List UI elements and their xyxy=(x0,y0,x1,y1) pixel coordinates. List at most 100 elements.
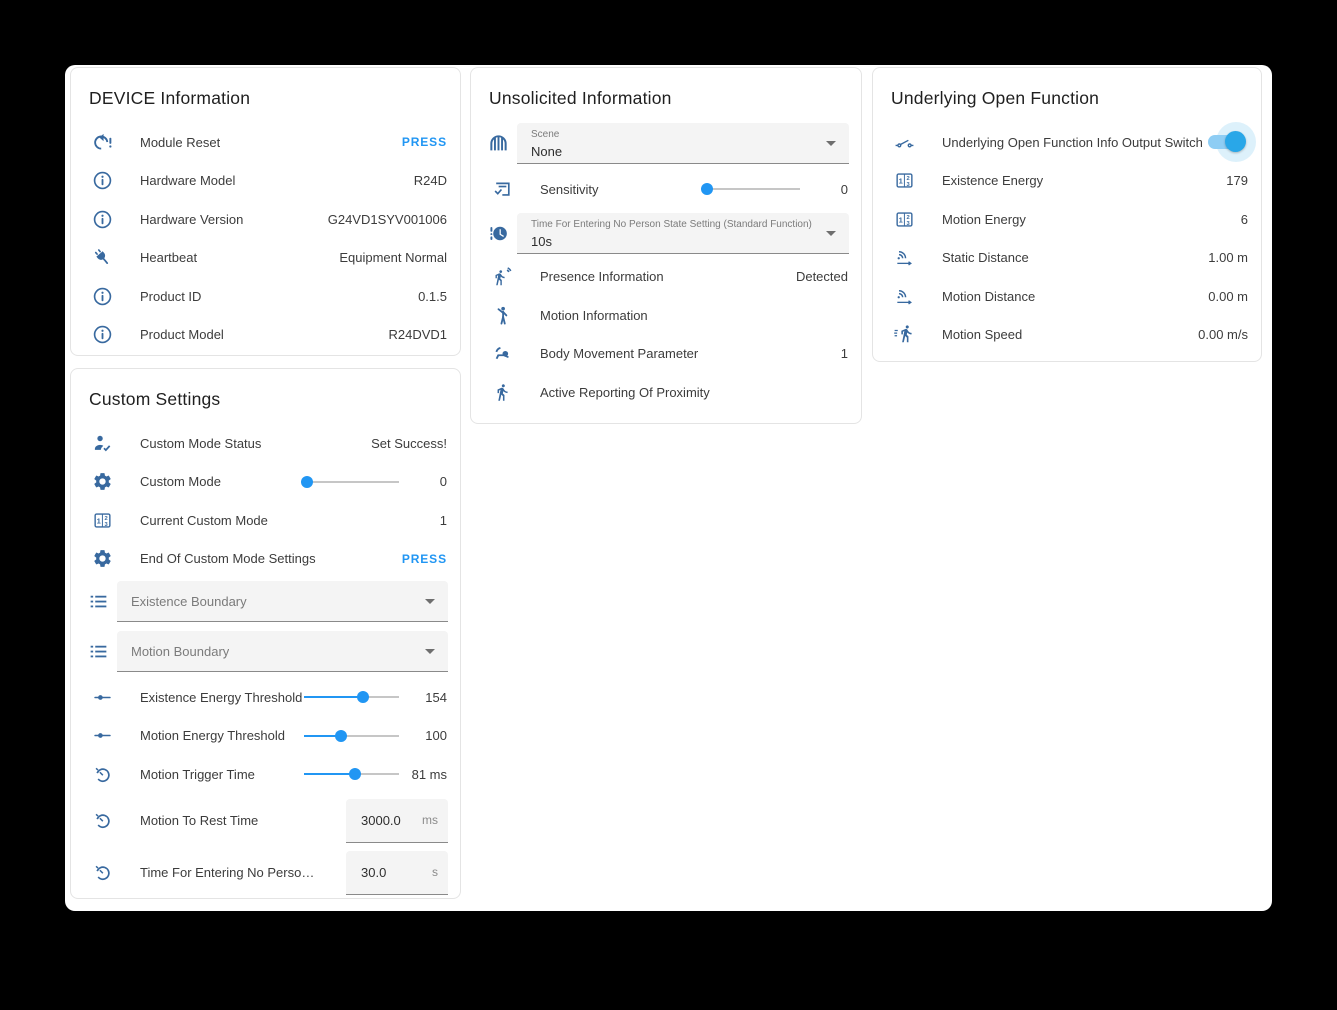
numeric-icon xyxy=(92,510,113,531)
slider-track xyxy=(705,188,800,190)
ballot-check-icon xyxy=(492,179,513,200)
body-movement-row: Body Movement Parameter 1 xyxy=(471,335,861,374)
slider-thumb[interactable] xyxy=(701,183,713,195)
motion-trigger-time-value: 81 ms xyxy=(401,767,447,782)
end-of-custom-mode-row: End Of Custom Mode Settings PRESS xyxy=(71,540,460,579)
custom-settings-title: Custom Settings xyxy=(89,388,442,410)
motion-threshold-row: Motion Energy Threshold 100 xyxy=(71,717,460,756)
dropdown-arrow-icon xyxy=(425,649,435,654)
motion-speed-label: Motion Speed xyxy=(942,327,1022,342)
device-information-title: DEVICE Information xyxy=(89,87,442,109)
static-distance-value: 1.00 m xyxy=(1200,250,1248,265)
motion-boundary-select[interactable]: Motion Boundary xyxy=(117,631,448,672)
slider-thumb[interactable] xyxy=(349,768,361,780)
motion-threshold-slider[interactable] xyxy=(304,729,399,743)
motion-boundary-row: Motion Boundary xyxy=(71,631,460,672)
end-of-custom-mode-press-button[interactable]: PRESS xyxy=(402,552,447,566)
scene-select-label: Scene xyxy=(531,129,819,141)
existence-boundary-label: Existence Boundary xyxy=(131,594,247,609)
motion-sensor-icon xyxy=(492,266,513,287)
existence-energy-row: Existence Energy 179 xyxy=(873,162,1261,201)
electric-switch-icon xyxy=(894,132,915,153)
dropdown-arrow-icon xyxy=(425,599,435,604)
hardware-version-label: Hardware Version xyxy=(140,212,243,227)
info-icon xyxy=(92,170,113,191)
dropdown-arrow-icon xyxy=(826,231,836,236)
no-person-time-label: Time For Entering No Perso… xyxy=(140,865,314,880)
slider-handle-icon xyxy=(92,725,113,746)
custom-mode-row: Custom Mode 0 xyxy=(71,463,460,502)
slider-thumb[interactable] xyxy=(357,691,369,703)
existence-threshold-slider[interactable] xyxy=(304,690,399,704)
list-icon xyxy=(87,590,110,613)
slider-thumb[interactable] xyxy=(301,476,313,488)
slider-thumb[interactable] xyxy=(335,730,347,742)
current-custom-mode-label: Current Custom Mode xyxy=(140,513,268,528)
sensitivity-row: Sensitivity 0 xyxy=(471,170,861,209)
motion-to-rest-time-input[interactable]: 3000.0 ms xyxy=(346,799,448,843)
hardware-model-label: Hardware Model xyxy=(140,173,235,188)
custom-mode-label: Custom Mode xyxy=(140,474,221,489)
sensitivity-slider[interactable] xyxy=(705,182,800,196)
motion-to-rest-time-label: Motion To Rest Time xyxy=(140,813,258,828)
unsolicited-information-title: Unsolicited Information xyxy=(489,87,843,109)
motion-to-rest-time-unit: ms xyxy=(422,813,438,827)
gear-icon xyxy=(92,471,113,492)
slider-fill xyxy=(304,773,355,775)
motion-boundary-label: Motion Boundary xyxy=(131,644,229,659)
active-reporting-label: Active Reporting Of Proximity xyxy=(540,385,710,400)
existence-threshold-value: 154 xyxy=(401,690,447,705)
no-person-time-select-row: Time For Entering No Person State Settin… xyxy=(471,213,861,254)
slider-handle-icon xyxy=(92,687,113,708)
no-person-time-select-label: Time For Entering No Person State Settin… xyxy=(531,219,819,231)
info-icon xyxy=(92,209,113,230)
end-of-custom-mode-label: End Of Custom Mode Settings xyxy=(140,551,316,566)
product-id-row: Product ID 0.1.5 xyxy=(71,277,460,316)
signal-distance-icon xyxy=(894,247,915,268)
no-person-time-input[interactable]: 30.0 s xyxy=(346,851,448,895)
presence-information-label: Presence Information xyxy=(540,269,664,284)
account-check-icon xyxy=(92,433,113,454)
custom-mode-value: 0 xyxy=(401,474,447,489)
clock-icon xyxy=(487,222,510,245)
no-person-time-row: Time For Entering No Perso… 30.0 s xyxy=(71,848,460,898)
timer-icon xyxy=(92,764,113,785)
no-person-time-select-value: 10s xyxy=(531,234,819,249)
motion-energy-label: Motion Energy xyxy=(942,212,1026,227)
motion-trigger-time-row: Motion Trigger Time 81 ms xyxy=(71,755,460,794)
static-distance-label: Static Distance xyxy=(942,250,1029,265)
existence-energy-label: Existence Energy xyxy=(942,173,1043,188)
custom-mode-slider[interactable] xyxy=(304,475,399,489)
heartbeat-row: Heartbeat Equipment Normal xyxy=(71,239,460,278)
no-person-time-value[interactable]: 30.0 xyxy=(361,865,386,880)
walk-icon xyxy=(492,382,513,403)
timer-icon xyxy=(92,862,113,883)
body-movement-value: 1 xyxy=(833,346,848,361)
current-custom-mode-row: Current Custom Mode 1 xyxy=(71,501,460,540)
numeric-icon xyxy=(894,209,915,230)
output-switch-row: Underlying Open Function Info Output Swi… xyxy=(873,123,1261,162)
existence-boundary-select[interactable]: Existence Boundary xyxy=(117,581,448,622)
no-person-time-select[interactable]: Time For Entering No Person State Settin… xyxy=(517,213,849,254)
module-reset-row: Module Reset PRESS xyxy=(71,123,460,162)
motion-threshold-label: Motion Energy Threshold xyxy=(140,728,285,743)
body-movement-icon xyxy=(492,343,513,364)
motion-to-rest-time-value[interactable]: 3000.0 xyxy=(361,813,401,828)
module-reset-label: Module Reset xyxy=(140,135,220,150)
unsolicited-information-card: Unsolicited Information Scene None Sensi… xyxy=(470,67,862,424)
scene-select[interactable]: Scene None xyxy=(517,123,849,164)
motion-distance-value: 0.00 m xyxy=(1200,289,1248,304)
underlying-open-function-title: Underlying Open Function xyxy=(891,87,1243,109)
heartbeat-value: Equipment Normal xyxy=(331,250,447,265)
scene-select-value: None xyxy=(531,144,819,159)
run-fast-icon xyxy=(894,324,915,345)
motion-energy-value: 6 xyxy=(1233,212,1248,227)
custom-settings-card: Custom Settings Custom Mode Status Set S… xyxy=(70,368,461,899)
custom-mode-status-row: Custom Mode Status Set Success! xyxy=(71,424,460,463)
device-information-card: DEVICE Information Module Reset PRESS Ha… xyxy=(70,67,461,356)
output-switch-toggle[interactable] xyxy=(1208,132,1244,152)
body-movement-label: Body Movement Parameter xyxy=(540,346,698,361)
motion-trigger-time-slider[interactable] xyxy=(304,767,399,781)
product-model-row: Product Model R24DVD1 xyxy=(71,316,460,355)
module-reset-press-button[interactable]: PRESS xyxy=(402,135,447,149)
